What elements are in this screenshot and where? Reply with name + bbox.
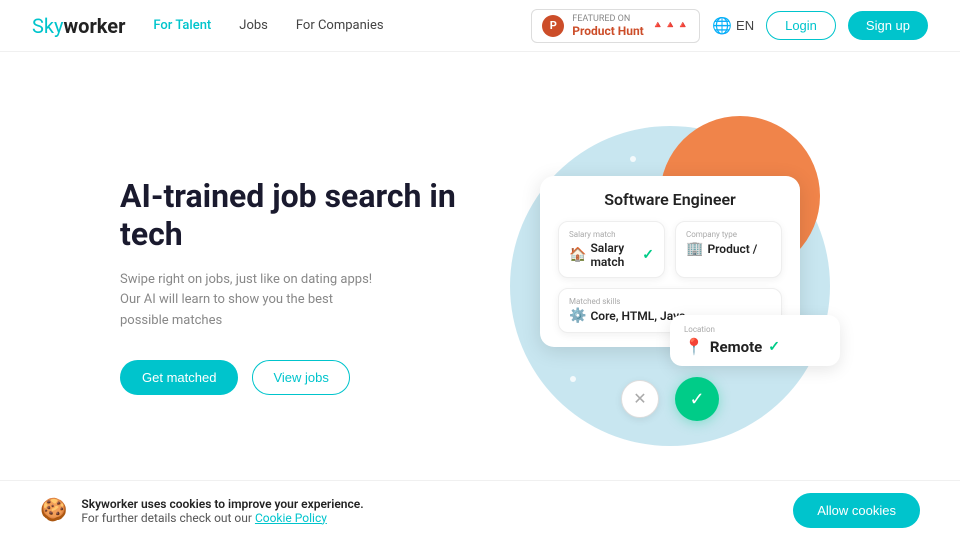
ph-featured-label: FEATURED ON [572, 14, 643, 24]
logo-sky: Sky [32, 14, 63, 38]
login-button[interactable]: Login [766, 11, 836, 40]
reject-button[interactable]: ✕ [621, 380, 659, 418]
cookie-text: Skyworker uses cookies to improve your e… [81, 497, 363, 525]
job-card-title: Software Engineer [558, 190, 782, 209]
nav-for-companies[interactable]: For Companies [296, 18, 384, 33]
language-label: EN [736, 18, 754, 33]
product-hunt-badge[interactable]: P FEATURED ON Product Hunt 🔺🔺🔺 [531, 9, 700, 43]
star-decoration [570, 376, 576, 382]
hero-text: AI-trained job search in tech Swipe righ… [120, 177, 460, 395]
company-type-text: Product / [707, 242, 757, 256]
accept-button[interactable]: ✓ [675, 377, 719, 421]
remote-card: Location 📍 Remote ✓ [670, 315, 840, 366]
hero-section: AI-trained job search in tech Swipe righ… [0, 52, 960, 480]
nav-jobs[interactable]: Jobs [239, 18, 268, 33]
hero-illustration: Software Engineer Salary match 🏠 Salary … [460, 96, 880, 476]
navbar: Skyworker For Talent Jobs For Companies … [0, 0, 960, 52]
salary-value: 🏠 Salary match ✓ [569, 241, 654, 269]
action-buttons: ✕ ✓ [621, 377, 719, 421]
company-icon: 🏢 [686, 241, 703, 257]
language-button[interactable]: 🌐 EN [712, 16, 754, 36]
salary-check-icon: ✓ [642, 247, 654, 263]
company-type-value: 🏢 Product / [686, 241, 771, 257]
signup-button[interactable]: Sign up [848, 11, 928, 40]
cookie-icon: 🍪 [40, 498, 67, 523]
logo[interactable]: Skyworker [32, 14, 125, 38]
ph-name: Product Hunt [572, 24, 643, 38]
nav-for-talent[interactable]: For Talent [153, 18, 211, 33]
remote-value: 📍 Remote ✓ [684, 337, 826, 356]
pin-icon: 📍 [684, 337, 704, 356]
cookie-message: For further details check out our [81, 511, 255, 525]
home-icon: 🏠 [569, 247, 586, 263]
remote-check-icon: ✓ [768, 339, 780, 355]
company-type-label: Company type [686, 230, 771, 239]
ph-categories: 🔺🔺🔺 [652, 20, 689, 31]
company-type-chip: Company type 🏢 Product / [675, 221, 782, 278]
star-decoration [630, 156, 636, 162]
skills-icon: ⚙️ [569, 308, 586, 324]
hero-title: AI-trained job search in tech [120, 177, 460, 254]
hero-buttons: Get matched View jobs [120, 360, 460, 395]
logo-worker: worker [63, 14, 125, 38]
product-hunt-icon: P [542, 15, 564, 37]
salary-text: Salary match [590, 241, 638, 269]
salary-label: Salary match [569, 230, 654, 239]
cookie-bar: 🍪 Skyworker uses cookies to improve your… [0, 480, 960, 540]
cookie-policy-link[interactable]: Cookie Policy [255, 511, 327, 525]
cookie-message-bold: Skyworker uses cookies to improve your e… [81, 497, 363, 511]
allow-cookies-button[interactable]: Allow cookies [793, 493, 920, 528]
globe-icon: 🌐 [712, 16, 732, 36]
get-matched-button[interactable]: Get matched [120, 360, 238, 395]
card-row-top: Salary match 🏠 Salary match ✓ Company ty… [558, 221, 782, 278]
product-hunt-text: FEATURED ON Product Hunt [572, 14, 643, 38]
remote-text: Remote [710, 338, 762, 356]
remote-label: Location [684, 325, 826, 334]
nav-left: Skyworker For Talent Jobs For Companies [32, 14, 384, 38]
cookie-left: 🍪 Skyworker uses cookies to improve your… [40, 497, 364, 525]
hero-subtitle: Swipe right on jobs, just like on dating… [120, 270, 380, 332]
skills-label: Matched skills [569, 297, 771, 306]
view-jobs-button[interactable]: View jobs [252, 360, 349, 395]
nav-right: P FEATURED ON Product Hunt 🔺🔺🔺 🌐 EN Logi… [531, 9, 928, 43]
salary-chip: Salary match 🏠 Salary match ✓ [558, 221, 665, 278]
